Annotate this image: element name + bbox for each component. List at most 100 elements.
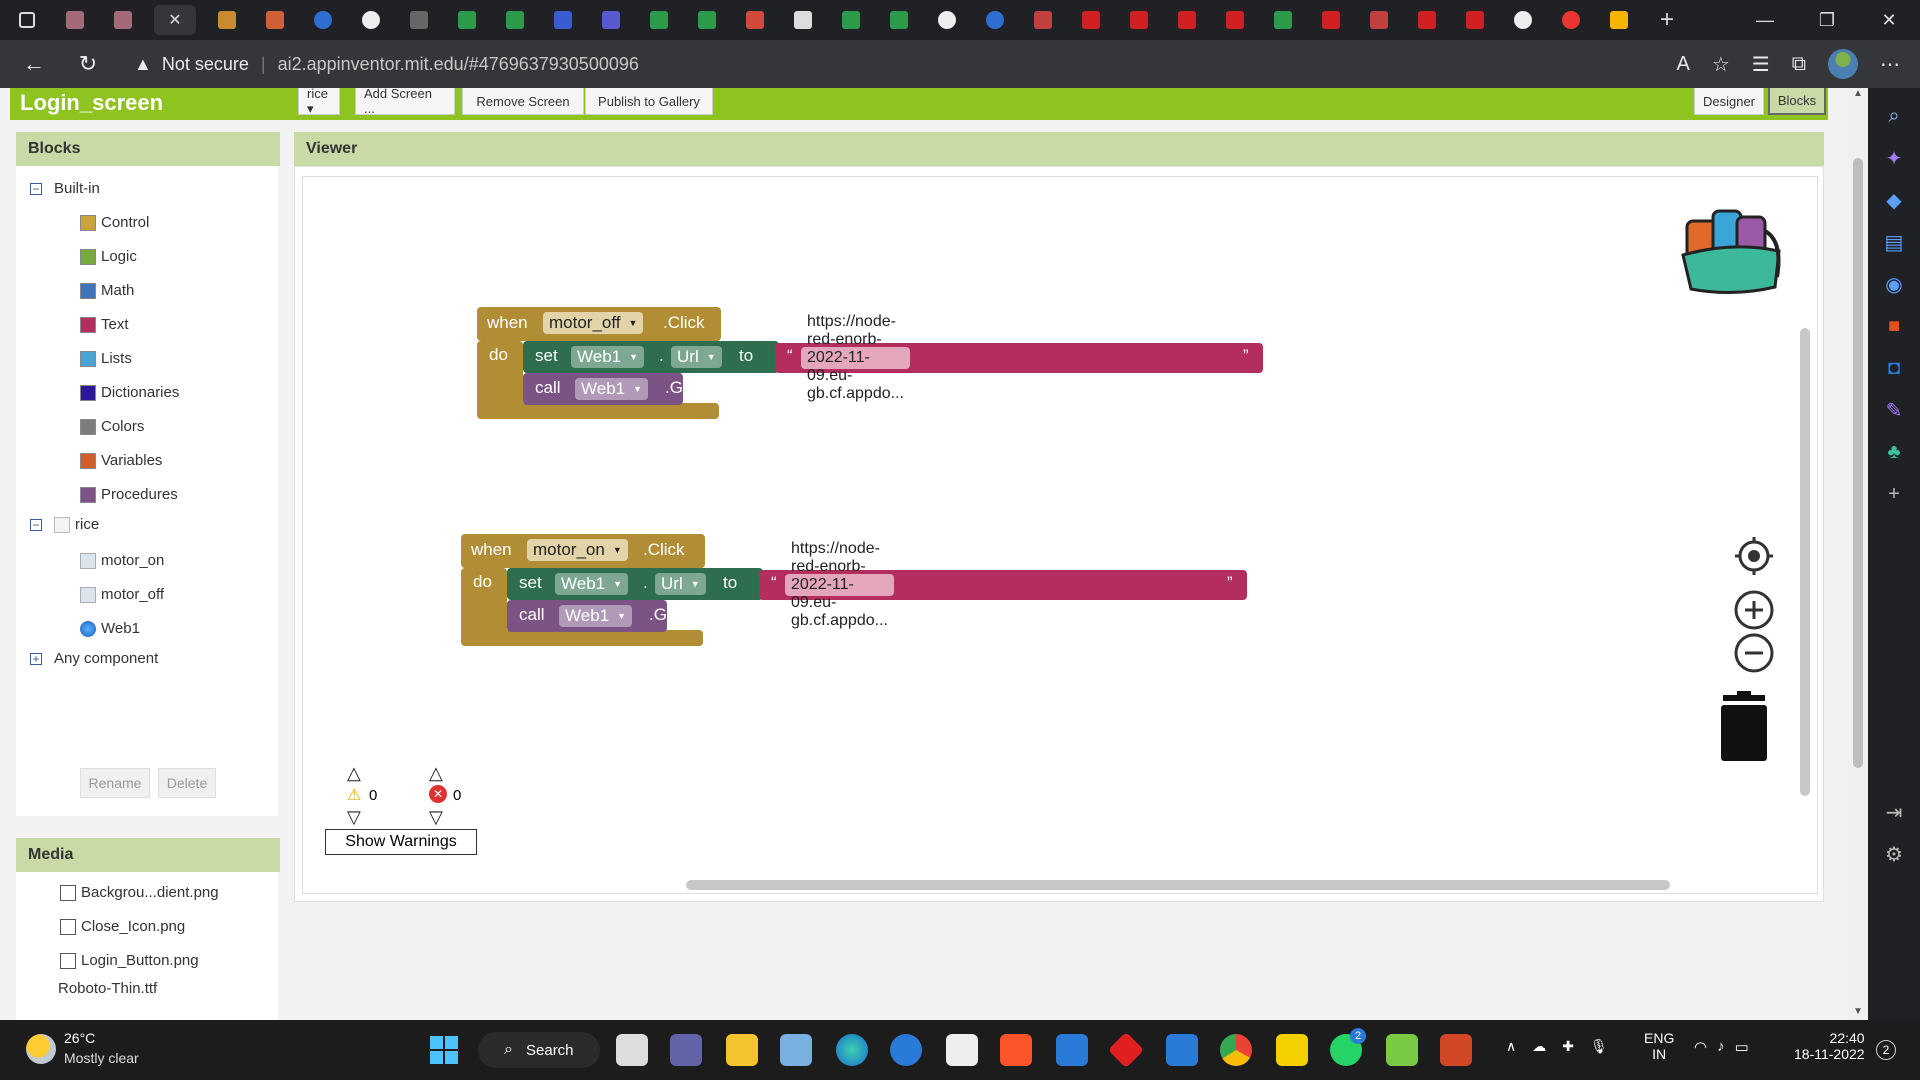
shopping-icon[interactable]: ◆ [1880, 186, 1908, 214]
rename-button[interactable]: Rename [80, 768, 150, 798]
powerpoint-icon[interactable] [1440, 1034, 1472, 1066]
tab-28[interactable] [1362, 5, 1396, 35]
show-warnings-button[interactable]: Show Warnings [325, 829, 477, 855]
new-tab-button[interactable]: + [1650, 5, 1684, 35]
tab-33[interactable] [1602, 5, 1636, 35]
brave-icon[interactable] [1000, 1034, 1032, 1066]
tab-9[interactable] [450, 5, 484, 35]
settings-icon[interactable]: ⚙ [1880, 840, 1908, 868]
any-component-row[interactable]: + Any component [30, 650, 158, 667]
sticky-notes-icon[interactable] [1276, 1034, 1308, 1066]
tab-15[interactable] [738, 5, 772, 35]
search-box[interactable]: ⌕ Search [478, 1032, 600, 1068]
clock[interactable]: 22:40 18-11-2022 [1794, 1030, 1865, 1062]
refresh-icon[interactable]: ↻ [68, 44, 108, 84]
tab-32[interactable] [1554, 5, 1588, 35]
next-error-icon[interactable]: ▽ [429, 807, 443, 828]
tab-18[interactable] [882, 5, 916, 35]
trash-icon[interactable] [1717, 691, 1771, 763]
add-screen-button[interactable]: Add Screen ... [355, 88, 455, 116]
tab-23[interactable] [1122, 5, 1156, 35]
tab-7[interactable] [354, 5, 388, 35]
photos-icon[interactable] [780, 1034, 812, 1066]
component-dropdown[interactable]: motor_off ▼ [543, 312, 644, 334]
previous-warning-icon[interactable]: △ [347, 763, 361, 784]
tab-1[interactable] [58, 5, 92, 35]
backpack-icon[interactable] [1679, 191, 1789, 297]
close-window-button[interactable]: ✕ [1858, 0, 1920, 40]
media-item[interactable]: Close_Icon.png [60, 918, 185, 935]
tab-8[interactable] [402, 5, 436, 35]
tab-31[interactable] [1506, 5, 1540, 35]
media-item[interactable]: Backgrou...dient.png [60, 884, 219, 901]
screen-row[interactable]: − rice [30, 516, 99, 533]
task-view-icon[interactable] [616, 1034, 648, 1066]
tree-item-web1[interactable]: Web1 [80, 620, 140, 637]
tab-2[interactable] [106, 5, 140, 35]
tree-item-text[interactable]: Text [80, 316, 129, 333]
tab-22[interactable] [1074, 5, 1108, 35]
teams-icon[interactable] [670, 1034, 702, 1066]
tab-6[interactable] [306, 5, 340, 35]
tab-30[interactable] [1458, 5, 1492, 35]
expand-icon[interactable]: + [30, 652, 42, 665]
search-icon[interactable]: ⌕ [1880, 102, 1908, 130]
microphone-icon[interactable]: 🎙 [1590, 1038, 1608, 1055]
tree-icon[interactable]: ♣ [1880, 438, 1908, 466]
close-icon[interactable]: ✕ [168, 10, 181, 30]
tab-14[interactable] [690, 5, 724, 35]
quick-settings[interactable]: ◠ ♪ ▭ [1694, 1038, 1749, 1056]
games-icon[interactable]: ◉ [1880, 270, 1908, 298]
sidebar-toggle-icon[interactable]: ⇥ [1880, 798, 1908, 826]
tree-item-dictionaries[interactable]: Dictionaries [80, 384, 179, 401]
chevron-up-icon[interactable]: ∧ [1506, 1038, 1516, 1055]
collections-icon[interactable]: ⧉ [1792, 53, 1806, 76]
workspace-vertical-scrollbar[interactable] [1800, 328, 1810, 796]
tab-11[interactable] [546, 5, 580, 35]
tab-5[interactable] [258, 5, 292, 35]
tab-13[interactable] [642, 5, 676, 35]
media-item[interactable]: Login_Button.png [60, 952, 199, 969]
text-value[interactable]: https://node-red-enorb-2022-11-09.eu-gb.… [785, 540, 894, 629]
bluestacks-icon[interactable] [1386, 1034, 1418, 1066]
onedrive-icon[interactable]: ☁ [1532, 1038, 1546, 1055]
tab-20[interactable] [978, 5, 1012, 35]
tab-27[interactable] [1314, 5, 1348, 35]
text-value[interactable]: https://node-red-enorb-2022-11-09.eu-gb.… [801, 313, 910, 402]
tab-24[interactable] [1170, 5, 1204, 35]
copilot-icon[interactable]: ✦ [1880, 144, 1908, 172]
designer-button[interactable]: Designer [1694, 88, 1764, 115]
back-icon[interactable]: ← [14, 44, 54, 84]
notification-badge[interactable]: 2 [1876, 1040, 1896, 1060]
remove-screen-button[interactable]: Remove Screen [462, 88, 584, 115]
outlook-icon[interactable]: ◘ [1880, 354, 1908, 382]
more-icon[interactable]: ⋯ [1880, 52, 1900, 77]
page-scrollbar[interactable]: ▲ ▼ [1848, 88, 1868, 1020]
url-field[interactable]: ▲ Not secure | ai2.appinventor.mit.edu/#… [134, 44, 639, 84]
read-aloud-icon[interactable]: A [1677, 53, 1690, 76]
tab-17[interactable] [834, 5, 868, 35]
tree-item-procedures[interactable]: Procedures [80, 486, 178, 503]
next-warning-icon[interactable]: ▽ [347, 807, 361, 828]
app-icon[interactable] [890, 1034, 922, 1066]
tab-16[interactable] [786, 5, 820, 35]
scroll-up-icon[interactable]: ▲ [1853, 88, 1863, 99]
tab-actions-icon[interactable] [10, 5, 44, 35]
edge-icon[interactable] [836, 1034, 868, 1066]
tab-active[interactable]: ✕ [154, 5, 196, 35]
anydesk-icon[interactable] [1107, 1031, 1145, 1069]
tree-item-math[interactable]: Math [80, 282, 134, 299]
mail-icon[interactable] [1166, 1034, 1198, 1066]
blocks-workspace[interactable]: when motor_off ▼ .Click do set Web1 ▼ . Ur… [302, 176, 1818, 894]
collapse-icon[interactable]: − [30, 182, 42, 195]
blocks-button[interactable]: Blocks [1768, 88, 1826, 115]
start-icon[interactable] [430, 1036, 458, 1064]
tree-item-motor-on[interactable]: motor_on [80, 552, 164, 569]
favorites-icon[interactable]: ☰ [1752, 52, 1770, 77]
add-icon[interactable]: + [1880, 480, 1908, 508]
minimize-button[interactable]: — [1734, 0, 1796, 40]
workspace-horizontal-scrollbar[interactable] [686, 880, 1670, 890]
property-dropdown[interactable]: Url ▼ [655, 573, 706, 595]
tab-25[interactable] [1218, 5, 1252, 35]
tree-item-colors[interactable]: Colors [80, 418, 144, 435]
